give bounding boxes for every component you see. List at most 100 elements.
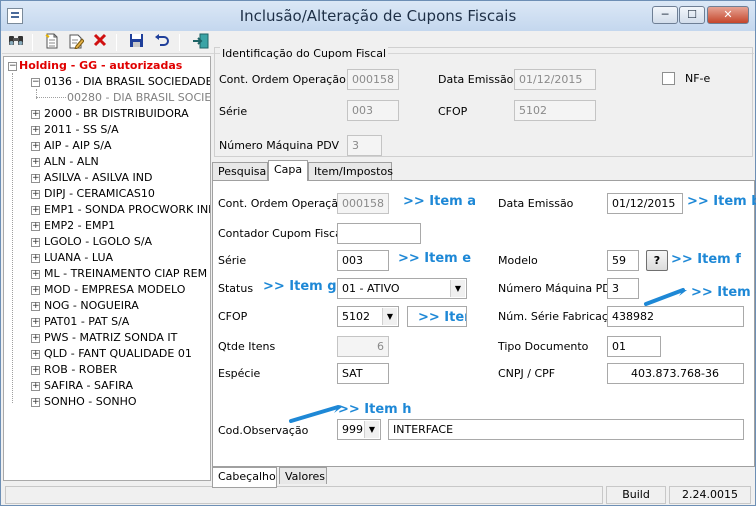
chevron-down-icon: ▼ <box>364 421 379 438</box>
cod-obs-select-value: 999 <box>342 423 363 436</box>
tree-collapse-icon[interactable]: − <box>31 78 40 87</box>
nfe-checkbox[interactable] <box>662 72 675 85</box>
tree-item[interactable]: LGOLO - LGOLO S/A <box>44 234 152 250</box>
tipo-doc-field[interactable]: 01 <box>607 336 661 357</box>
num-serie-label: Núm. Série Fabricação <box>498 310 622 323</box>
modelo-lookup-button[interactable]: ? <box>646 250 668 271</box>
tree-expand-icon[interactable]: + <box>31 302 40 311</box>
capa-cfop-label: CFOP <box>218 310 248 323</box>
tree-item[interactable]: ROB - ROBER <box>44 362 117 378</box>
annotation-arrow-c <box>644 288 687 306</box>
tab-cabecalho[interactable]: Cabeçalho <box>212 467 277 488</box>
exit-icon[interactable] <box>191 33 211 52</box>
tree-item[interactable]: ML - TREINAMENTO CIAP REM <box>44 266 207 282</box>
tree-expand-icon[interactable]: + <box>31 222 40 231</box>
tree-expand-icon[interactable]: + <box>31 350 40 359</box>
capa-cont-ordem-field[interactable]: 000158 <box>337 193 389 214</box>
cont-ordem-field[interactable]: 000158 <box>347 69 399 90</box>
status-select[interactable]: 01 - ATIVO ▼ <box>337 278 467 299</box>
binoculars-icon[interactable] <box>6 33 26 52</box>
capa-serie-field[interactable]: 003 <box>337 250 389 271</box>
tree-expand-icon[interactable]: + <box>31 238 40 247</box>
tree-item[interactable]: SONHO - SONHO <box>44 394 137 410</box>
tree-item[interactable]: QLD - FANT QUALIDADE 01 <box>44 346 192 362</box>
nfe-label: NF-e <box>685 72 711 85</box>
especie-field[interactable]: SAT <box>337 363 389 384</box>
capa-data-emissao-field[interactable]: 01/12/2015 <box>607 193 683 214</box>
save-icon[interactable] <box>126 33 146 52</box>
edit-icon[interactable] <box>66 33 86 52</box>
tree-expand-icon[interactable]: + <box>31 334 40 343</box>
tree-item[interactable]: 2000 - BR DISTRIBUIDORA <box>44 106 189 122</box>
tab-pesquisa[interactable]: Pesquisa <box>212 162 268 181</box>
close-button[interactable]: ✕ <box>707 6 749 24</box>
capa-serie-label: Série <box>218 254 247 267</box>
tipo-doc-label: Tipo Documento <box>498 340 589 353</box>
undo-icon[interactable] <box>152 33 172 52</box>
tree-item[interactable]: EMP1 - SONDA PROCWORK INFO <box>44 202 210 218</box>
cod-obs-select[interactable]: 999 ▼ <box>337 419 381 440</box>
new-document-icon[interactable] <box>42 33 62 52</box>
tree-item[interactable]: ASILVA - ASILVA IND <box>44 170 152 186</box>
cnpj-field[interactable]: 403.873.768-36 <box>607 363 744 384</box>
serie-field[interactable]: 003 <box>347 100 399 121</box>
tree-item[interactable]: LUANA - LUA <box>44 250 113 266</box>
num-maquina-field[interactable]: 3 <box>347 135 382 156</box>
tree-expand-icon[interactable]: + <box>31 174 40 183</box>
tree-item[interactable]: 0136 - DIA BRASIL SOCIEDADE <box>44 74 210 90</box>
tree-expand-icon[interactable]: + <box>31 318 40 327</box>
main-window: Inclusão/Alteração de Cupons Fiscais ─ ☐… <box>0 0 756 506</box>
tree-collapse-icon[interactable]: − <box>8 62 17 71</box>
annotation-item-c: >> Item c <box>691 285 756 300</box>
num-serie-field[interactable]: 438982 <box>607 306 744 327</box>
capa-num-maquina-field[interactable]: 3 <box>607 278 639 299</box>
tree-root[interactable]: Holding - GG - autorizadas <box>19 58 182 74</box>
tree-item[interactable]: SAFIRA - SAFIRA <box>44 378 133 394</box>
maximize-button[interactable]: ☐ <box>679 6 705 24</box>
cfop-field[interactable]: 5102 <box>514 100 596 121</box>
annotation-item-h: >> Item h <box>338 402 412 417</box>
tree-expand-icon[interactable]: + <box>31 206 40 215</box>
data-emissao-label: Data Emissão <box>438 73 514 86</box>
tree-item[interactable]: PAT01 - PAT S/A <box>44 314 129 330</box>
capa-num-maquina-label: Número Máquina PDV <box>498 282 619 295</box>
tree-item[interactable]: MOD - EMPRESA MODELO <box>44 282 185 298</box>
qtde-itens-field[interactable]: 6 <box>337 336 389 357</box>
tree-expand-icon[interactable]: + <box>31 270 40 279</box>
tree-expand-icon[interactable]: + <box>31 142 40 151</box>
tree-item[interactable]: NOG - NOGUEIRA <box>44 298 139 314</box>
tree-item[interactable]: DIPJ - CERAMICAS10 <box>44 186 155 202</box>
tree-expand-icon[interactable]: + <box>31 126 40 135</box>
delete-icon[interactable] <box>90 33 110 52</box>
tab-item-impostos[interactable]: Item/Impostos <box>308 162 393 181</box>
tree-item[interactable]: EMP2 - EMP1 <box>44 218 115 234</box>
tab-capa[interactable]: Capa <box>268 160 308 181</box>
cod-obs-text-field[interactable]: INTERFACE <box>388 419 744 440</box>
tree-expand-icon[interactable]: + <box>31 286 40 295</box>
window-title: Inclusão/Alteração de Cupons Fiscais <box>239 7 517 25</box>
cfop-select-value: 5102 <box>342 310 370 323</box>
tree-item[interactable]: AIP - AIP S/A <box>44 138 111 154</box>
tree-expand-icon[interactable]: + <box>31 382 40 391</box>
tree-item[interactable]: ALN - ALN <box>44 154 99 170</box>
tree-expand-icon[interactable]: + <box>31 254 40 263</box>
contador-field[interactable] <box>337 223 421 244</box>
cfop-description-field[interactable]: >> Item d <box>407 306 467 327</box>
tree-item-selected[interactable]: 00280 - DIA BRASIL SOCIEDA <box>67 90 210 106</box>
cfop-label: CFOP <box>438 105 468 118</box>
tree-expand-icon[interactable]: + <box>31 366 40 375</box>
tree-item[interactable]: PWS - MATRIZ SONDA IT <box>44 330 177 346</box>
data-emissao-field[interactable]: 01/12/2015 <box>514 69 596 90</box>
status-bar: Build 2.24.0015 <box>2 484 754 505</box>
modelo-field[interactable]: 59 <box>607 250 639 271</box>
tree-expand-icon[interactable]: + <box>31 398 40 407</box>
tree-expand-icon[interactable]: + <box>31 158 40 167</box>
contador-label: Contador Cupom Fiscal <box>218 227 345 240</box>
tree-expand-icon[interactable]: + <box>31 190 40 199</box>
cfop-select[interactable]: 5102 ▼ <box>337 306 399 327</box>
tree-expand-icon[interactable]: + <box>31 110 40 119</box>
tree-item[interactable]: 2011 - SS S/A <box>44 122 119 138</box>
capa-data-emissao-label: Data Emissão <box>498 197 574 210</box>
modelo-label: Modelo <box>498 254 538 267</box>
minimize-button[interactable]: ─ <box>652 6 678 24</box>
